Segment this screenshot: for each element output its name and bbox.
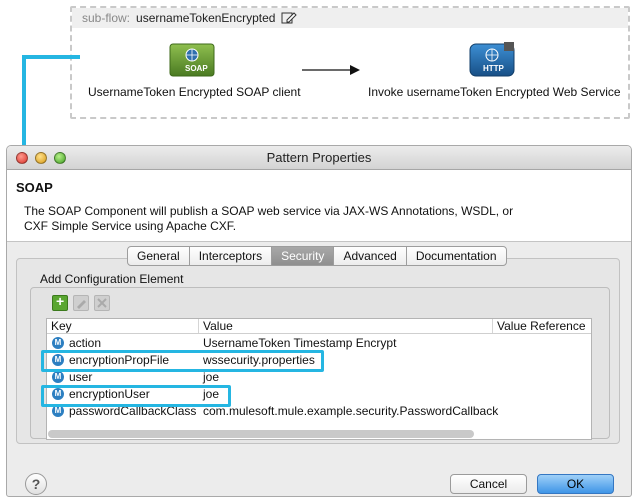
table-header: Key Value Value Reference — [47, 319, 591, 334]
col-value[interactable]: Value — [199, 319, 493, 333]
tab-general[interactable]: General — [128, 247, 190, 265]
flow-arrow-icon — [302, 65, 360, 75]
http-node-badge: HTTP — [483, 64, 504, 73]
dialog-header: SOAP The SOAP Component will publish a S… — [7, 170, 631, 242]
maximize-window-button[interactable] — [54, 152, 66, 164]
highlight-encryption-user — [41, 385, 231, 407]
subflow-name: usernameTokenEncrypted — [136, 11, 276, 25]
http-node-label: Invoke usernameToken Encrypted Web Servi… — [368, 85, 621, 99]
row-value: com.mulesoft.mule.example.security.Passw… — [203, 403, 499, 418]
tab-security[interactable]: Security — [272, 247, 335, 265]
tab-bar: General Interceptors Security Advanced D… — [127, 246, 507, 266]
subflow-canvas: sub-flow: usernameTokenEncrypted SOAP HT… — [70, 6, 630, 119]
ok-button[interactable]: OK — [537, 474, 614, 494]
horizontal-scrollbar[interactable] — [48, 430, 474, 438]
cancel-button[interactable]: Cancel — [450, 474, 527, 494]
soap-node-label: UsernameToken Encrypted SOAP client — [88, 85, 301, 99]
col-value-reference[interactable]: Value Reference — [493, 319, 591, 333]
row-value: UsernameToken Timestamp Encrypt — [203, 335, 397, 350]
mule-icon: M — [52, 336, 64, 349]
config-table: Key Value Value Reference Maction Userna… — [46, 318, 592, 440]
col-key[interactable]: Key — [47, 319, 199, 333]
edit-icon[interactable] — [281, 11, 298, 25]
dialog-title: Pattern Properties — [266, 150, 372, 165]
row-key: action — [69, 335, 102, 350]
edit-element-icon[interactable] — [73, 295, 89, 311]
tab-interceptors[interactable]: Interceptors — [190, 247, 273, 265]
close-window-button[interactable] — [16, 152, 28, 164]
group-title: Add Configuration Element — [40, 272, 184, 286]
help-button[interactable]: ? — [25, 473, 47, 495]
highlight-encryption-prop-file — [41, 350, 324, 372]
row-value: joe — [203, 386, 220, 401]
delete-icon[interactable] — [94, 295, 110, 311]
section-description: The SOAP Component will publish a SOAP w… — [24, 204, 514, 233]
mule-icon: M — [52, 370, 64, 383]
subflow-header: sub-flow: usernameTokenEncrypted — [72, 8, 628, 28]
tab-documentation[interactable]: Documentation — [407, 247, 506, 265]
add-icon[interactable] — [52, 293, 68, 311]
tab-advanced[interactable]: Advanced — [334, 247, 407, 265]
minimize-window-button[interactable] — [35, 152, 47, 164]
section-title: SOAP — [16, 180, 53, 195]
subflow-label: sub-flow: — [82, 11, 131, 25]
soap-node-badge: SOAP — [185, 64, 208, 73]
dialog-titlebar: Pattern Properties — [7, 146, 631, 170]
table-row[interactable]: Maction UsernameToken Timestamp Encrypt — [47, 334, 591, 351]
